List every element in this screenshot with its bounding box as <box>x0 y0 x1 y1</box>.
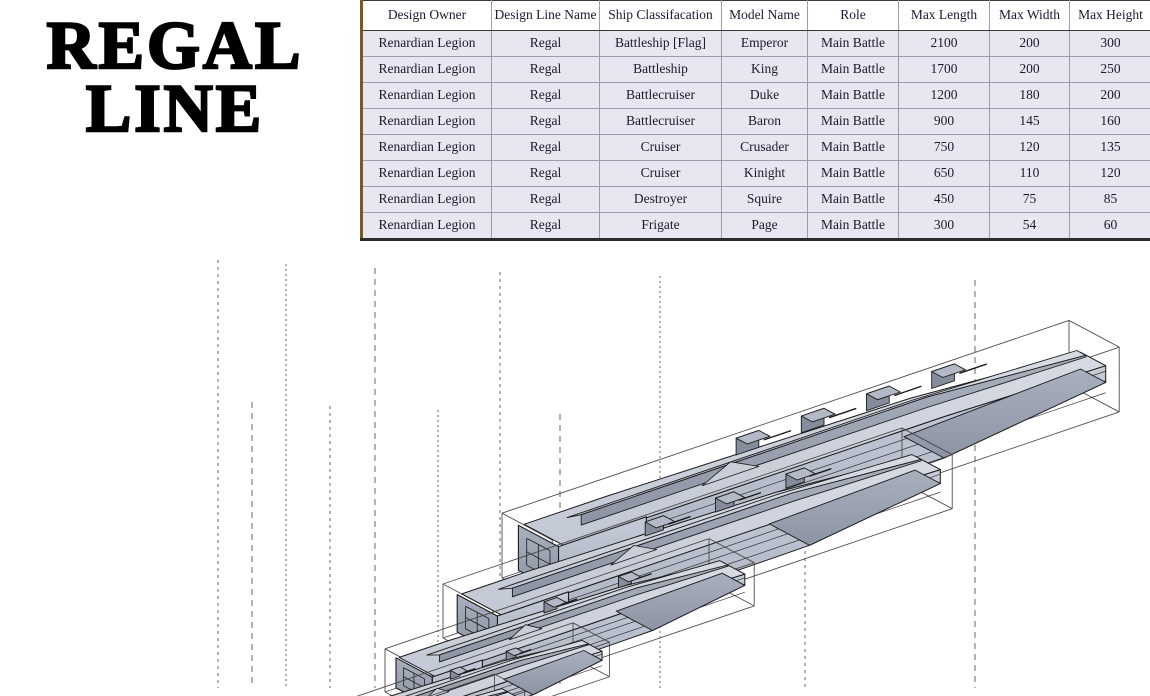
cell-max-length: 900 <box>898 108 990 135</box>
table-body: Renardian Legion Regal Battleship [Flag]… <box>361 30 1150 240</box>
cell-max-width: 200 <box>989 30 1070 57</box>
cell-design-owner: Renardian Legion <box>361 30 492 57</box>
column-header-max-width: Max Width <box>989 0 1070 31</box>
cell-max-width: 54 <box>989 212 1070 240</box>
cell-design-owner: Renardian Legion <box>361 186 492 213</box>
cell-max-height: 250 <box>1069 56 1150 83</box>
cell-design-owner: Renardian Legion <box>361 160 492 187</box>
ship-scale-comparison-diagram <box>0 240 1150 696</box>
ship-models-group <box>356 319 1120 696</box>
ship-diagram-canvas <box>217 260 1120 696</box>
page-title-line-2: LINE <box>85 69 265 146</box>
cell-ship-classification: Destroyer <box>599 186 722 213</box>
cell-max-length: 1200 <box>898 82 990 109</box>
column-header-design-owner: Design Owner <box>361 0 492 31</box>
cell-ship-classification: Battleship <box>599 56 722 83</box>
cell-role: Main Battle <box>807 56 899 83</box>
cell-design-line-name: Regal <box>491 134 600 161</box>
cell-max-length: 1700 <box>898 56 990 83</box>
cell-max-width: 145 <box>989 108 1070 135</box>
cell-model-name: Baron <box>721 108 808 135</box>
cell-max-height: 135 <box>1069 134 1150 161</box>
cell-ship-classification: Battleship [Flag] <box>599 30 722 57</box>
ship-spec-table-container: Design Owner Design Line Name Ship Class… <box>360 0 1150 241</box>
cell-max-height: 200 <box>1069 82 1150 109</box>
cell-max-height: 60 <box>1069 212 1150 240</box>
cell-max-height: 300 <box>1069 30 1150 57</box>
column-header-role: Role <box>807 0 899 31</box>
cell-ship-classification: Cruiser <box>599 160 722 187</box>
cell-model-name: Emperor <box>721 30 808 57</box>
table-header-row: Design Owner Design Line Name Ship Class… <box>361 0 1150 31</box>
cell-design-line-name: Regal <box>491 30 600 57</box>
cell-design-owner: Renardian Legion <box>361 56 492 83</box>
cell-design-owner: Renardian Legion <box>361 212 492 240</box>
column-header-max-height: Max Height <box>1069 0 1150 31</box>
cell-role: Main Battle <box>807 186 899 213</box>
cell-model-name: King <box>721 56 808 83</box>
page-title-line-1: REGAL <box>45 7 304 83</box>
cell-ship-classification: Battlecruiser <box>599 82 722 109</box>
cell-design-line-name: Regal <box>491 108 600 135</box>
column-header-ship-classification: Ship Classifacation <box>599 0 722 31</box>
cell-role: Main Battle <box>807 134 899 161</box>
cell-max-height: 120 <box>1069 160 1150 187</box>
cell-ship-classification: Frigate <box>599 212 722 240</box>
column-header-design-line-name: Design Line Name <box>491 0 600 31</box>
cell-max-width: 200 <box>989 56 1070 83</box>
cell-design-line-name: Regal <box>491 56 600 83</box>
cell-model-name: Page <box>721 212 808 240</box>
cell-model-name: Squire <box>721 186 808 213</box>
cell-role: Main Battle <box>807 82 899 109</box>
cell-model-name: Kinight <box>721 160 808 187</box>
cell-max-width: 180 <box>989 82 1070 109</box>
cell-role: Main Battle <box>807 108 899 135</box>
cell-max-width: 120 <box>989 134 1070 161</box>
cell-design-owner: Renardian Legion <box>361 108 492 135</box>
table-row: Renardian Legion Regal Battlecruiser Bar… <box>361 108 1150 135</box>
cell-design-line-name: Regal <box>491 160 600 187</box>
cell-max-length: 450 <box>898 186 990 213</box>
cell-max-width: 110 <box>989 160 1070 187</box>
cell-design-owner: Renardian Legion <box>361 134 492 161</box>
table-row: Renardian Legion Regal Battleship [Flag]… <box>361 30 1150 57</box>
column-header-max-length: Max Length <box>898 0 990 31</box>
cell-max-length: 750 <box>898 134 990 161</box>
cell-design-line-name: Regal <box>491 186 600 213</box>
cell-role: Main Battle <box>807 30 899 57</box>
cell-design-owner: Renardian Legion <box>361 82 492 109</box>
cell-design-line-name: Regal <box>491 82 600 109</box>
ship-spec-table: Design Owner Design Line Name Ship Class… <box>360 0 1150 241</box>
cell-max-height: 85 <box>1069 186 1150 213</box>
cell-model-name: Duke <box>721 82 808 109</box>
table-row: Renardian Legion Regal Cruiser Kinight M… <box>361 160 1150 187</box>
cell-max-length: 650 <box>898 160 990 187</box>
page-title: REGAL LINE <box>0 7 350 146</box>
cell-max-height: 160 <box>1069 108 1150 135</box>
table-row: Renardian Legion Regal Battlecruiser Duk… <box>361 82 1150 109</box>
cell-design-line-name: Regal <box>491 212 600 240</box>
table-row: Renardian Legion Regal Battleship King M… <box>361 56 1150 83</box>
cell-model-name: Crusader <box>721 134 808 161</box>
cell-max-length: 300 <box>898 212 990 240</box>
table-row: Renardian Legion Regal Cruiser Crusader … <box>361 134 1150 161</box>
column-header-model-name: Model Name <box>721 0 808 31</box>
cell-role: Main Battle <box>807 160 899 187</box>
cell-max-width: 75 <box>989 186 1070 213</box>
table-row: Renardian Legion Regal Frigate Page Main… <box>361 212 1150 240</box>
cell-ship-classification: Battlecruiser <box>599 108 722 135</box>
cell-max-length: 2100 <box>898 30 990 57</box>
table-row: Renardian Legion Regal Destroyer Squire … <box>361 186 1150 213</box>
cell-role: Main Battle <box>807 212 899 240</box>
cell-ship-classification: Cruiser <box>599 134 722 161</box>
